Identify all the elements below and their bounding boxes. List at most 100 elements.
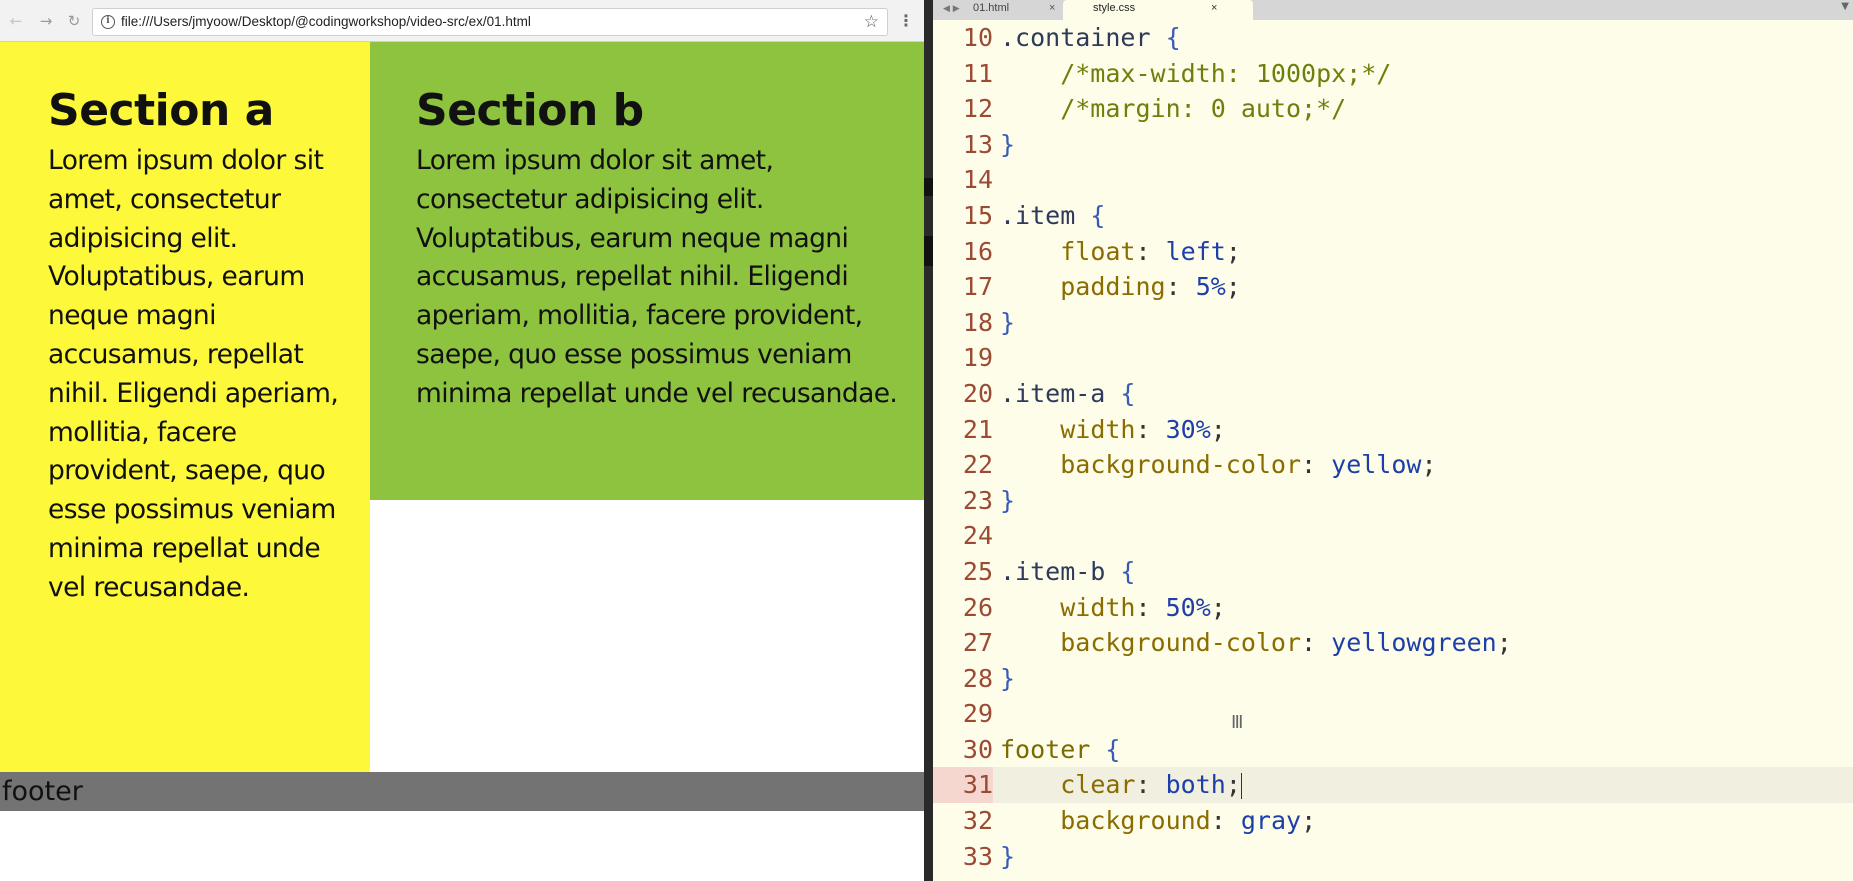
code-line[interactable]: 33} <box>933 839 1853 875</box>
code-line[interactable]: 32 background: gray; <box>933 803 1853 839</box>
code-line[interactable]: 22 background-color: yellow; <box>933 447 1853 483</box>
code-line[interactable]: 21 width: 30%; <box>933 412 1853 448</box>
line-number: 16 <box>962 236 993 266</box>
code-token: ; <box>1496 628 1512 658</box>
code-text: .item-b { <box>1000 554 1135 590</box>
line-number: 15 <box>962 200 993 230</box>
address-bar[interactable]: i file:///Users/jmyoow/Desktop/@codingwo… <box>92 8 888 36</box>
code-text: background: gray; <box>1000 803 1316 839</box>
close-icon[interactable]: × <box>1211 0 1217 17</box>
code-token: : <box>1210 806 1241 836</box>
star-icon[interactable]: ☆ <box>864 12 879 32</box>
code-text: .item { <box>1000 198 1105 234</box>
code-text: float: left; <box>1000 234 1241 270</box>
line-number: 12 <box>962 94 993 124</box>
code-line[interactable]: 18} <box>933 305 1853 341</box>
code-token: : <box>1135 770 1166 800</box>
code-text: background-color: yellowgreen; <box>1000 625 1512 661</box>
code-line[interactable]: 10 .container { <box>933 20 1853 56</box>
code-token: { <box>1105 734 1121 764</box>
code-token: : <box>1135 236 1166 266</box>
page-viewport: Section a Lorem ipsum dolor sit amet, co… <box>0 42 924 881</box>
code-line[interactable]: 27 background-color: yellowgreen; <box>933 625 1853 661</box>
line-number: 17 <box>962 272 993 302</box>
code-line[interactable]: 28} <box>933 661 1853 697</box>
code-token: : <box>1301 450 1332 480</box>
line-number: 18 <box>962 307 993 337</box>
close-icon[interactable]: × <box>1049 0 1055 17</box>
tab-label: 01.html <box>973 2 1010 14</box>
code-token: footer <box>1000 734 1091 764</box>
code-line[interactable]: 23} <box>933 483 1853 519</box>
code-line[interactable]: 15 .item { <box>933 198 1853 234</box>
code-token: width <box>1060 414 1136 444</box>
url-text[interactable]: file:///Users/jmyoow/Desktop/@codingwork… <box>121 14 531 29</box>
arrow-right-icon[interactable]: → <box>36 11 56 31</box>
code-line[interactable]: 26 width: 50%; <box>933 590 1853 626</box>
code-line[interactable]: 16 float: left; <box>933 234 1853 270</box>
code-token: } <box>1000 841 1016 871</box>
tab-scroll-arrows-icon[interactable]: ◀ ▶ <box>943 2 960 16</box>
code-area[interactable]: 10 .container {11 /*max-width: 1000px;*/1… <box>933 20 1853 874</box>
reload-icon[interactable]: ↻ <box>64 11 84 31</box>
code-line[interactable]: 13} <box>933 127 1853 163</box>
section-a-title: Section a <box>48 85 274 136</box>
line-number: 30 <box>962 734 993 764</box>
code-line[interactable]: 20 .item-a { <box>933 376 1853 412</box>
code-token: .container <box>1000 23 1151 52</box>
text-cursor-icon: Ⅲ <box>1231 712 1244 733</box>
line-number: 22 <box>962 450 993 480</box>
code-line[interactable]: 24 <box>933 518 1853 554</box>
code-token: left <box>1165 236 1226 266</box>
code-token: ; <box>1210 414 1226 444</box>
editor-tab-bar: ◀ ▶ 01.html × style.css × ▼ <box>933 0 1853 20</box>
section-b: Section b Lorem ipsum dolor sit amet, co… <box>370 42 924 500</box>
chevron-down-icon[interactable]: ▼ <box>1841 0 1849 14</box>
code-token: .item-b <box>1000 556 1106 586</box>
code-token: } <box>1000 129 1016 159</box>
code-token: : <box>1301 628 1332 658</box>
code-text: width: 50%; <box>1000 590 1226 626</box>
code-token: ; <box>1421 450 1437 480</box>
code-text: footer { <box>1000 732 1120 768</box>
code-token: background <box>1060 806 1211 836</box>
code-editor: ◀ ▶ 01.html × style.css × ▼ 10 .container… <box>933 0 1853 881</box>
info-icon[interactable]: i <box>101 15 115 29</box>
section-a: Section a Lorem ipsum dolor sit amet, co… <box>0 42 370 772</box>
arrow-left-icon[interactable]: ← <box>6 11 26 31</box>
code-line[interactable]: 30 footer { <box>933 732 1853 768</box>
line-number: 33 <box>962 841 993 871</box>
line-number: 25 <box>962 556 993 586</box>
code-line[interactable]: 25 .item-b { <box>933 554 1853 590</box>
more-vert-icon[interactable]: ⋮ <box>898 10 914 32</box>
code-line[interactable]: 29 <box>933 696 1853 732</box>
code-line[interactable]: 12 /*margin: 0 auto;*/ <box>933 91 1853 127</box>
line-number: 31 <box>933 767 993 804</box>
tab-label: style.css <box>1093 2 1136 14</box>
section-a-body: Lorem ipsum dolor sit amet, consectetur … <box>48 145 339 603</box>
code-token: background-color <box>1060 450 1302 480</box>
code-token: } <box>1000 485 1016 515</box>
page-footer: footer <box>0 772 924 811</box>
code-token: { <box>1090 200 1106 230</box>
code-line[interactable]: 11 /*max-width: 1000px;*/ <box>933 56 1853 92</box>
code-line[interactable]: 31 clear: both; <box>933 767 1853 804</box>
code-token: } <box>1000 307 1016 337</box>
line-number: 20 <box>962 378 993 408</box>
browser-toolbar: ← → ↻ i file:///Users/jmyoow/Desktop/@co… <box>0 0 924 42</box>
code-line[interactable]: 19 <box>933 340 1853 376</box>
pane-divider[interactable] <box>924 0 933 881</box>
code-text: } <box>1000 661 1015 697</box>
code-line[interactable]: 17 padding: 5%; <box>933 269 1853 305</box>
code-line[interactable]: 14 <box>933 162 1853 198</box>
tab-style-css[interactable]: style.css × <box>1063 0 1253 20</box>
